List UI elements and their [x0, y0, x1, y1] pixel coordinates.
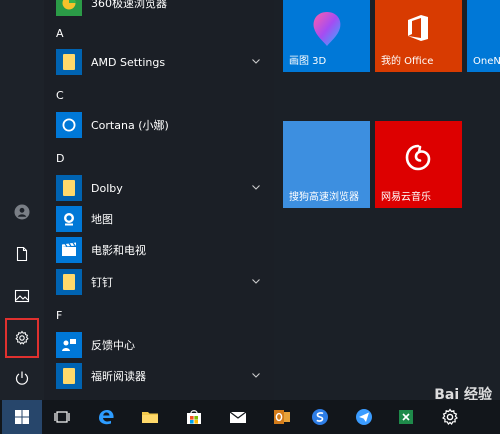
tile-onenote[interactable]: OneNo	[467, 0, 500, 72]
tile-label: 搜狗高速浏览器	[289, 192, 359, 203]
folder-icon	[56, 175, 82, 201]
store-bag-icon	[187, 410, 201, 424]
tile-label: OneNo	[473, 56, 500, 67]
taskbar-feishu[interactable]	[346, 400, 382, 434]
paper-plane-icon	[356, 409, 372, 425]
chevron-down-icon	[252, 373, 260, 378]
documents-button[interactable]	[0, 236, 44, 272]
taskbar-file-explorer[interactable]	[132, 400, 168, 434]
tile-netease-music[interactable]: 网易云音乐	[375, 121, 462, 208]
section-letter-c[interactable]: C	[56, 89, 64, 102]
film-icon	[56, 237, 82, 263]
power-button[interactable]	[0, 360, 44, 396]
app-label: 福昕阅读器	[91, 370, 146, 383]
app-label: AMD Settings	[91, 55, 166, 69]
gear-icon	[442, 408, 458, 425]
power-icon	[15, 371, 29, 385]
picture-icon	[14, 289, 30, 303]
app-movies-tv[interactable]: 电影和电视	[56, 234, 270, 266]
folder-icon	[56, 49, 82, 75]
taskbar-mail[interactable]	[220, 400, 256, 434]
outlook-icon	[274, 410, 290, 424]
taskbar-settings[interactable]	[432, 400, 468, 434]
app-feedback-hub[interactable]: 反馈中心	[56, 329, 270, 361]
tile-sogou-browser[interactable]: 搜狗高速浏览器	[283, 121, 370, 208]
maps-camera-icon	[56, 206, 82, 232]
sogou-icon	[312, 409, 328, 425]
taskbar-excel[interactable]	[388, 400, 424, 434]
app-label: 360极速浏览器	[91, 0, 167, 10]
folder-icon	[142, 412, 158, 423]
taskbar-sogou[interactable]	[302, 400, 338, 434]
chevron-down-icon	[252, 185, 260, 190]
netease-music-icon	[405, 144, 431, 171]
app-dolby[interactable]: Dolby	[56, 172, 270, 204]
tile-label: 网易云音乐	[381, 192, 431, 203]
windows-logo-icon	[15, 410, 29, 424]
app-label: Cortana (小娜)	[91, 119, 169, 132]
app-360-browser[interactable]: 360极速浏览器	[56, 0, 270, 19]
app-label: 地图	[91, 213, 113, 226]
user-icon	[14, 204, 30, 220]
cortana-icon	[56, 112, 82, 138]
section-letter-f[interactable]: F	[56, 309, 62, 322]
chevron-down-icon	[252, 59, 260, 64]
app-dingtalk[interactable]: 钉钉	[56, 266, 270, 298]
chevron-down-icon	[252, 279, 260, 284]
start-button[interactable]	[2, 400, 42, 434]
folder-icon	[56, 269, 82, 295]
document-icon	[16, 246, 28, 262]
app-amd-settings[interactable]: AMD Settings	[56, 46, 270, 78]
taskbar	[0, 400, 500, 434]
feedback-icon	[56, 332, 82, 358]
paint3d-icon	[313, 12, 341, 46]
user-account-button[interactable]	[0, 194, 44, 230]
folder-icon	[56, 363, 82, 389]
tile-label: 画图 3D	[289, 56, 327, 67]
tile-area: 画图 3D 我的 Office OneNo 搜狗高速浏览器 网易云音乐	[274, 0, 500, 400]
mail-icon	[229, 411, 247, 423]
excel-icon	[399, 410, 413, 424]
app-foxit-reader[interactable]: 福昕阅读器	[56, 360, 270, 392]
app-maps[interactable]: 地图	[56, 203, 270, 235]
pictures-button[interactable]	[0, 278, 44, 314]
tile-label: 我的 Office	[381, 56, 434, 67]
tile-office[interactable]: 我的 Office	[375, 0, 462, 72]
app-list: 360极速浏览器 A AMD Settings C Cortana (小娜) D…	[44, 0, 274, 400]
section-letter-a[interactable]: A	[56, 27, 64, 40]
taskbar-store[interactable]	[176, 400, 212, 434]
app-label: 电影和电视	[91, 244, 146, 257]
task-view-button[interactable]	[44, 400, 80, 434]
gear-icon	[15, 330, 29, 345]
edge-icon	[99, 409, 114, 425]
app-label: 反馈中心	[91, 339, 135, 352]
tile-paint3d[interactable]: 画图 3D	[283, 0, 370, 72]
section-letter-d[interactable]: D	[56, 152, 64, 165]
settings-button[interactable]	[5, 318, 39, 358]
taskbar-outlook[interactable]	[264, 400, 300, 434]
start-left-rail	[0, 0, 44, 400]
office-icon	[408, 15, 428, 41]
app-label: 钉钉	[91, 276, 113, 289]
taskbar-edge[interactable]	[88, 400, 124, 434]
task-view-icon	[54, 411, 70, 423]
app-cortana[interactable]: Cortana (小娜)	[56, 109, 270, 141]
app-label: Dolby	[91, 181, 123, 195]
browser-360-icon	[56, 0, 82, 16]
